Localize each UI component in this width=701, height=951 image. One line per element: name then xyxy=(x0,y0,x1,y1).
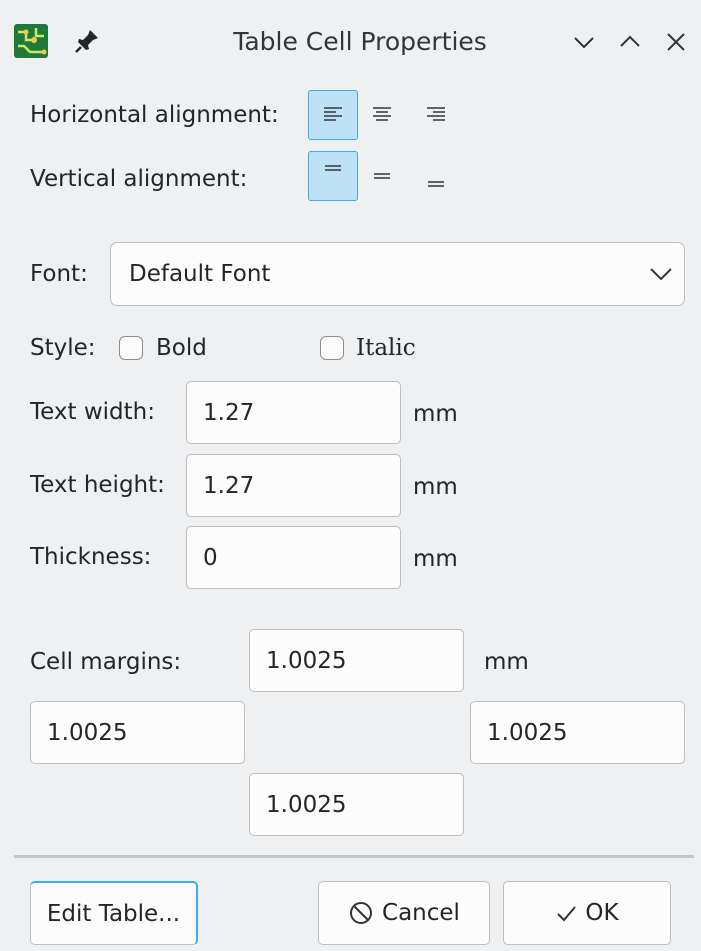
maximize-button[interactable] xyxy=(612,22,648,62)
cancel-button[interactable]: Cancel xyxy=(318,881,490,945)
margin-bottom-value: 1.0025 xyxy=(266,791,347,818)
text-height-label: Text height: xyxy=(30,472,165,498)
margin-top-value: 1.0025 xyxy=(266,647,347,674)
text-width-value: 1.27 xyxy=(203,399,255,426)
chevron-up-icon xyxy=(620,35,640,47)
cancel-label: Cancel xyxy=(382,900,460,926)
valign-top-icon xyxy=(325,165,341,171)
valign-bottom-button[interactable] xyxy=(411,151,461,201)
horizontal-alignment-label: Horizontal alignment: xyxy=(30,102,279,128)
thickness-value: 0 xyxy=(203,544,218,571)
separator xyxy=(14,855,694,858)
close-icon xyxy=(667,33,685,51)
font-value: Default Font xyxy=(129,261,271,287)
valign-bottom-icon xyxy=(428,181,444,187)
pcb-app-icon xyxy=(14,24,48,58)
margin-left-input[interactable]: 1.0025 xyxy=(30,701,245,764)
text-height-value: 1.27 xyxy=(203,472,255,499)
vertical-alignment-label: Vertical alignment: xyxy=(30,166,248,192)
thickness-label: Thickness: xyxy=(30,544,152,570)
text-height-unit: mm xyxy=(413,474,458,500)
margin-left-value: 1.0025 xyxy=(47,719,128,746)
cancel-icon xyxy=(350,902,373,924)
align-right-button[interactable] xyxy=(411,90,461,140)
ok-button[interactable]: OK xyxy=(503,881,671,945)
bold-checkbox[interactable] xyxy=(119,336,143,360)
thickness-unit: mm xyxy=(413,546,458,572)
italic-checkbox[interactable] xyxy=(320,336,344,360)
text-height-input[interactable]: 1.27 xyxy=(186,454,401,517)
pin-icon[interactable] xyxy=(72,26,102,56)
ok-label: OK xyxy=(585,900,619,926)
align-center-button[interactable] xyxy=(357,90,407,140)
text-width-unit: mm xyxy=(413,401,458,427)
margin-right-value: 1.0025 xyxy=(487,719,568,746)
close-button[interactable] xyxy=(658,22,694,62)
window-title: Table Cell Properties xyxy=(233,27,487,56)
text-width-input[interactable]: 1.27 xyxy=(186,381,401,444)
align-left-button[interactable] xyxy=(308,90,358,140)
valign-center-button[interactable] xyxy=(357,151,407,201)
italic-label: Italic xyxy=(356,335,416,361)
text-width-label: Text width: xyxy=(30,399,155,425)
valign-center-icon xyxy=(374,173,390,179)
valign-top-button[interactable] xyxy=(308,151,358,201)
cell-margins-label: Cell margins: xyxy=(30,649,182,675)
align-left-icon xyxy=(324,107,342,121)
thickness-input[interactable]: 0 xyxy=(186,526,401,589)
edit-table-label: Edit Table... xyxy=(46,900,181,927)
check-icon xyxy=(557,906,577,922)
margin-bottom-input[interactable]: 1.0025 xyxy=(249,773,464,836)
bold-label: Bold xyxy=(156,335,207,361)
edit-table-button[interactable]: Edit Table... xyxy=(30,881,198,945)
margin-top-input[interactable]: 1.0025 xyxy=(249,629,464,692)
align-center-icon xyxy=(373,107,391,121)
font-dropdown[interactable]: Default Font xyxy=(110,242,685,306)
minimize-button[interactable] xyxy=(566,22,602,62)
align-right-icon xyxy=(427,107,445,121)
style-label: Style: xyxy=(30,335,96,361)
margin-right-input[interactable]: 1.0025 xyxy=(470,701,685,764)
margins-unit: mm xyxy=(484,649,529,675)
font-label: Font: xyxy=(30,261,88,287)
chevron-down-icon xyxy=(574,37,594,49)
chevron-down-icon xyxy=(650,268,672,281)
